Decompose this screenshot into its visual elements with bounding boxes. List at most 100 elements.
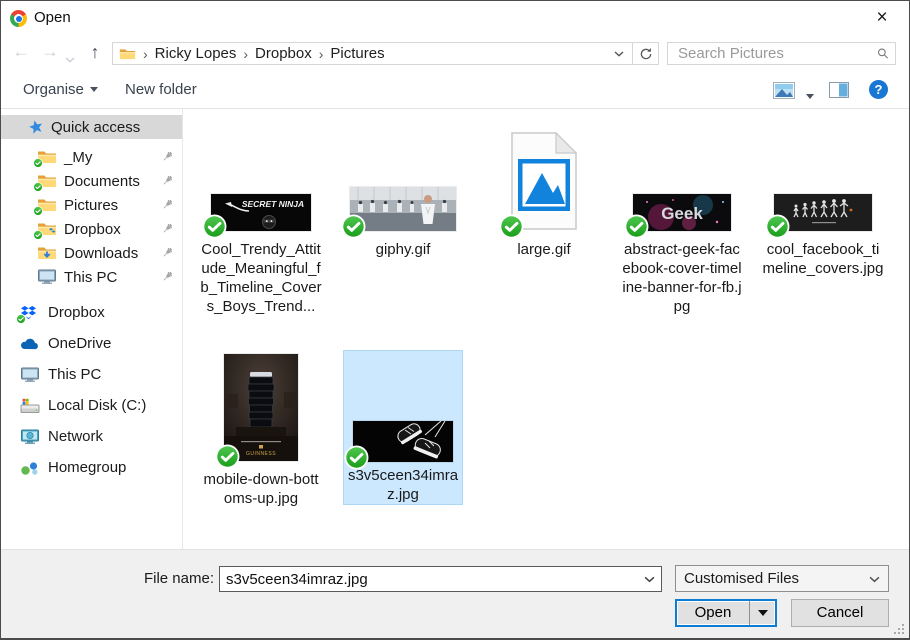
view-options-chevron-icon[interactable] [800, 87, 814, 107]
organise-menu-button[interactable]: Organise [23, 80, 98, 100]
star-icon [29, 120, 42, 134]
network-icon [20, 429, 40, 445]
file-name-field-label: File name: [143, 570, 214, 587]
file-name-label: giphy.gif [375, 241, 431, 258]
sync-check-badge-icon [499, 214, 524, 239]
sidebar-item-downloads[interactable]: Downloads [1, 241, 182, 265]
pin-icon [160, 174, 174, 188]
file-tile-cool-facebook[interactable]: cool_facebook_timeline_covers.jpg [762, 129, 884, 278]
sync-check-badge-icon [341, 214, 366, 239]
svg-text:SECRET NINJA: SECRET NINJA [242, 199, 304, 209]
recent-locations-chevron-icon[interactable] [63, 45, 77, 59]
file-type-select[interactable]: Customised Files [675, 565, 889, 592]
sidebar-item-local-disk[interactable]: Local Disk (C:) [1, 390, 182, 421]
computer-icon [20, 367, 40, 383]
local-disk-icon [20, 398, 40, 414]
breadcrumb-item-dropbox[interactable]: Dropbox [255, 45, 312, 62]
back-button[interactable]: ← [9, 39, 33, 65]
file-tile-mobile-down[interactable]: GUINNESS mobile-down-bottoms-up.jpg [200, 353, 322, 508]
search-box[interactable] [667, 42, 896, 65]
sync-check-badge-icon [344, 445, 369, 470]
open-button[interactable]: Open [677, 601, 749, 625]
new-folder-button[interactable]: New folder [125, 80, 197, 100]
sidebar-item-documents[interactable]: Documents [1, 169, 182, 193]
command-toolbar: Organise New folder ? [1, 71, 909, 109]
preview-pane-button[interactable] [829, 82, 849, 102]
downloads-folder-icon [37, 245, 57, 261]
file-name-history-chevron-icon[interactable] [637, 567, 661, 591]
pin-icon [160, 246, 174, 260]
sidebar-item-this-pc-quick[interactable]: This PC [1, 265, 182, 289]
sidebar-item-label: Network [48, 428, 104, 445]
svg-text:Geek: Geek [661, 204, 703, 223]
sidebar-item-label: This PC [48, 366, 102, 383]
pin-icon [160, 222, 174, 236]
open-split-button: Open [675, 599, 777, 627]
dialog-footer: File name: Customised Files Open Cancel [1, 549, 909, 638]
sidebar-item-dropbox[interactable]: Dropbox [1, 297, 182, 328]
file-type-value: Customised Files [684, 570, 800, 587]
up-button[interactable]: ↑ [83, 39, 107, 65]
file-tile-large[interactable]: large.gif [483, 129, 605, 259]
folder-synced-icon [37, 197, 57, 213]
sidebar-item-network[interactable]: Network [1, 421, 182, 452]
file-name-label: Cool_Trendy_Attitude_Meaningful_fb_Timel… [200, 241, 322, 315]
title-bar: Open × [1, 1, 909, 35]
change-view-button[interactable] [773, 82, 795, 102]
sidebar-item-label: Quick access [51, 118, 141, 136]
file-name-label: mobile-down-bottoms-up.jpg [203, 471, 319, 507]
file-name-input[interactable] [220, 570, 637, 588]
file-tile-cool-trendy[interactable]: SECRET NINJA Cool_Trendy_Attitude_Meanin… [200, 129, 322, 316]
triangle-down-icon [757, 610, 768, 616]
chrome-app-icon [10, 10, 27, 27]
breadcrumb-separator: › [243, 45, 249, 62]
sync-check-badge-icon [215, 444, 240, 469]
search-icon [878, 48, 889, 59]
sidebar-item-label: Dropbox [48, 304, 105, 321]
forward-button[interactable]: → [38, 39, 62, 65]
file-tile-s3v5ceen34imraz-selected[interactable]: s3v5ceen34imraz.jpg [343, 350, 463, 505]
dropbox-logo-synced-icon [20, 305, 40, 321]
open-options-arrow-button[interactable] [749, 601, 775, 625]
sync-check-badge-icon [202, 214, 227, 239]
address-bar[interactable]: › Ricky Lopes › Dropbox › Pictures [112, 42, 633, 65]
sidebar-item-dropbox-folder[interactable]: Dropbox [1, 217, 182, 241]
refresh-icon [640, 47, 651, 59]
close-icon[interactable]: × [869, 6, 895, 30]
help-button[interactable]: ? [869, 80, 888, 99]
pin-icon [160, 150, 174, 164]
sidebar-item-quick-access[interactable]: Quick access [1, 115, 182, 139]
sidebar-item-label: _My [64, 148, 93, 166]
sidebar-item-label: OneDrive [48, 335, 112, 352]
sidebar-item-label: Pictures [64, 196, 119, 214]
sidebar-item-label: Homegroup [48, 459, 127, 476]
sidebar-item-pictures[interactable]: Pictures [1, 193, 182, 217]
address-dropdown-chevron-icon[interactable] [608, 43, 630, 64]
sidebar-item-label: Documents [64, 172, 140, 190]
sync-check-badge-icon [765, 214, 790, 239]
breadcrumb-item-pictures[interactable]: Pictures [330, 45, 384, 62]
pin-icon [160, 270, 174, 284]
refresh-button[interactable] [633, 42, 659, 65]
sidebar-item-my[interactable]: _My [1, 145, 182, 169]
svg-text:GUINNESS: GUINNESS [246, 451, 276, 457]
computer-icon [37, 269, 57, 285]
sidebar-item-this-pc[interactable]: This PC [1, 359, 182, 390]
resize-grip[interactable] [894, 624, 904, 634]
file-name-field [219, 566, 662, 592]
breadcrumb-item-user[interactable]: Ricky Lopes [155, 45, 237, 62]
sidebar-item-onedrive[interactable]: OneDrive [1, 328, 182, 359]
breadcrumb-separator: › [143, 45, 148, 62]
pin-icon [160, 198, 174, 212]
dialog-body: Quick access _My Documents Pictures Drop… [1, 109, 909, 549]
file-name-label: abstract-geek-facebook-cover-timeline-ba… [622, 241, 742, 315]
navigation-bar: ← → ↑ › Ricky Lopes › Dropbox › Pictures [1, 35, 909, 71]
sidebar-item-label: Downloads [64, 244, 139, 262]
file-tile-abstract-geek[interactable]: Geek abstract-geek-facebook-cover-timeli… [621, 129, 743, 316]
search-input[interactable] [678, 45, 877, 62]
cancel-button[interactable]: Cancel [791, 599, 889, 627]
sidebar-item-homegroup[interactable]: Homegroup [1, 452, 182, 483]
navigation-sidebar: Quick access _My Documents Pictures Drop… [1, 109, 183, 549]
chevron-down-icon [89, 87, 98, 92]
file-tile-giphy[interactable]: giphy.gif [342, 129, 464, 259]
